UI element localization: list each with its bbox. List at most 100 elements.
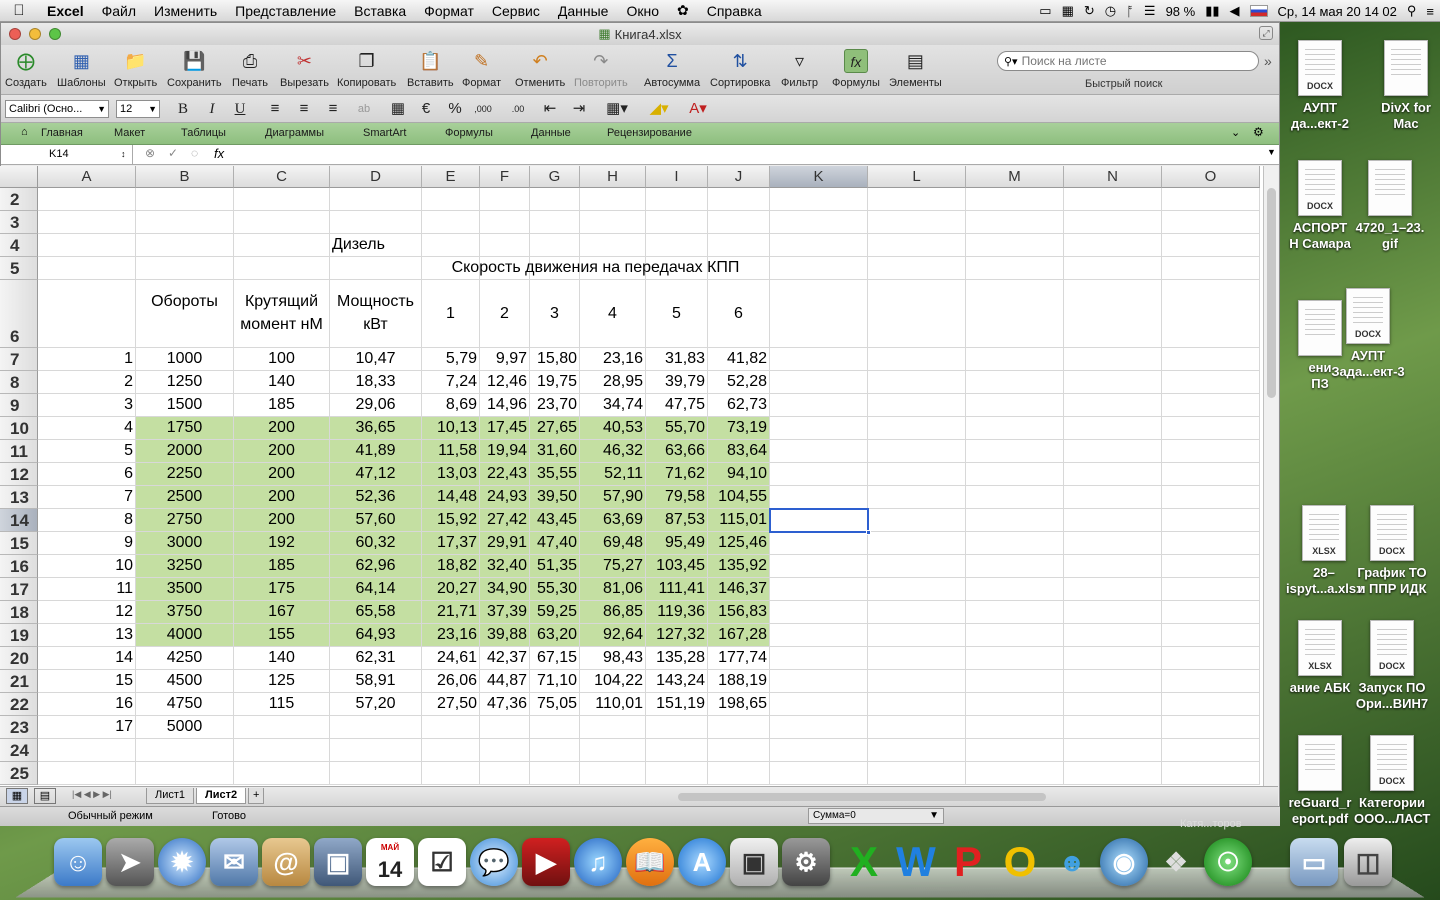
tab-formulas[interactable]: Формулы [445, 127, 493, 139]
cell-c21[interactable]: 125 [234, 670, 330, 693]
cell-c14[interactable]: 200 [234, 509, 330, 532]
cell-g11[interactable]: 31,60 [530, 440, 580, 463]
cell-g17[interactable]: 55,30 [530, 578, 580, 601]
cell-n22[interactable] [1064, 693, 1162, 716]
cell-m23[interactable] [966, 716, 1064, 739]
mail-bird-icon[interactable]: ✉ [210, 838, 258, 886]
itunes-note-icon[interactable]: ♫ [574, 838, 622, 886]
cell-b13[interactable]: 2500 [136, 486, 234, 509]
cell-n15[interactable] [1064, 532, 1162, 555]
cell-b9[interactable]: 1500 [136, 394, 234, 417]
excel-x-icon[interactable]: X [840, 838, 888, 886]
currency-euro-icon[interactable]: € [417, 99, 435, 119]
cell-l19[interactable] [868, 624, 966, 647]
align-left-icon[interactable]: ≡ [266, 99, 284, 119]
cell-f4[interactable] [480, 234, 530, 257]
cell-c9[interactable]: 185 [234, 394, 330, 417]
print-button[interactable]: ⎙ Печать [232, 49, 268, 89]
tab-smartart[interactable]: SmartArt [363, 127, 406, 139]
notification-center-icon[interactable]: ≡ [1426, 4, 1434, 19]
add-sheet-button[interactable]: + [248, 788, 265, 804]
cell-o2[interactable] [1162, 188, 1260, 211]
cell-h3[interactable] [580, 211, 646, 234]
cell-k24[interactable] [770, 739, 868, 762]
cell-m22[interactable] [966, 693, 1064, 716]
font-color-icon[interactable]: A▾ [683, 99, 713, 119]
cell-n25[interactable] [1064, 762, 1162, 785]
satellite-icon[interactable]: ❖ [1152, 838, 1200, 886]
russian-flag-icon[interactable] [1249, 5, 1268, 17]
cell-j20[interactable]: 177,74 [708, 647, 770, 670]
cell-g21[interactable]: 71,10 [530, 670, 580, 693]
cell-l14[interactable] [868, 509, 966, 532]
desktop-icon-7[interactable]: DOCX График ТО и ППР ИДК [1354, 505, 1430, 597]
cell-j21[interactable]: 188,19 [708, 670, 770, 693]
cell-d10[interactable]: 36,65 [330, 417, 422, 440]
cell-g2[interactable] [530, 188, 580, 211]
sheet-nav-arrows[interactable]: |◀ ◀ ▶ ▶| [72, 789, 112, 800]
cell-h14[interactable]: 63,69 [580, 509, 646, 532]
cell-h17[interactable]: 81,06 [580, 578, 646, 601]
network-globe-icon[interactable]: ◉ [1100, 838, 1148, 886]
cell-g9[interactable]: 23,70 [530, 394, 580, 417]
confirm-entry-icon[interactable]: ✓ [168, 146, 178, 160]
cell-d5[interactable] [330, 257, 422, 280]
cell-f16[interactable]: 32,40 [480, 555, 530, 578]
column-header-h[interactable]: H [580, 166, 646, 188]
cell-g14[interactable]: 43,45 [530, 509, 580, 532]
cell-k7[interactable] [770, 348, 868, 371]
cell-i23[interactable] [646, 716, 708, 739]
cell-f14[interactable]: 27,42 [480, 509, 530, 532]
sum-dropdown[interactable]: Сумма=0 ▼ [808, 808, 944, 824]
cell-c11[interactable]: 200 [234, 440, 330, 463]
contacts-icon[interactable]: @ [262, 838, 310, 886]
cell-l18[interactable] [868, 601, 966, 624]
desktop-icon-8[interactable]: XLSX ание АБК [1282, 620, 1358, 696]
templates-button[interactable]: ▦ Шаблоны [57, 49, 106, 89]
cell-n23[interactable] [1064, 716, 1162, 739]
cell-h19[interactable]: 92,64 [580, 624, 646, 647]
cell-l20[interactable] [868, 647, 966, 670]
cell-a6[interactable] [38, 280, 136, 348]
cell-m8[interactable] [966, 371, 1064, 394]
grid-icon[interactable]: ▦ [1062, 3, 1074, 19]
cell-n21[interactable] [1064, 670, 1162, 693]
cell-b8[interactable]: 1250 [136, 371, 234, 394]
cell-n7[interactable] [1064, 348, 1162, 371]
cell-n24[interactable] [1064, 739, 1162, 762]
cell-o16[interactable] [1162, 555, 1260, 578]
cell-b18[interactable]: 3750 [136, 601, 234, 624]
cell-f15[interactable]: 29,91 [480, 532, 530, 555]
cell-b16[interactable]: 3250 [136, 555, 234, 578]
photo-booth-icon[interactable]: ▣ [314, 838, 362, 886]
cell-g23[interactable] [530, 716, 580, 739]
cell-g3[interactable] [530, 211, 580, 234]
save-button[interactable]: 💾 Сохранить [167, 49, 222, 89]
cell-g16[interactable]: 51,35 [530, 555, 580, 578]
cell-f24[interactable] [480, 739, 530, 762]
italic-button[interactable]: I [204, 99, 220, 119]
trash-icon[interactable]: ◫ [1344, 838, 1392, 886]
cell-j13[interactable]: 104,55 [708, 486, 770, 509]
cell-l17[interactable] [868, 578, 966, 601]
cell-g12[interactable]: 35,55 [530, 463, 580, 486]
filter-button[interactable]: ▿ Фильтр [781, 49, 818, 89]
cell-n16[interactable] [1064, 555, 1162, 578]
cell-l6[interactable] [868, 280, 966, 348]
row-header-15[interactable]: 15 [0, 532, 38, 555]
row-header-4[interactable]: 4 [0, 234, 38, 257]
cell-n11[interactable] [1064, 440, 1162, 463]
cell-k17[interactable] [770, 578, 868, 601]
cell-o5[interactable] [1162, 257, 1260, 280]
fx-label[interactable]: fx [214, 146, 224, 161]
menu-file[interactable]: Файл [93, 3, 145, 19]
cell-k9[interactable] [770, 394, 868, 417]
cell-d12[interactable]: 47,12 [330, 463, 422, 486]
row-header-23[interactable]: 23 [0, 716, 38, 739]
cell-n4[interactable] [1064, 234, 1162, 257]
cell-e7[interactable]: 5,79 [422, 348, 480, 371]
vertical-scroll-thumb[interactable] [1267, 188, 1276, 398]
cell-j11[interactable]: 83,64 [708, 440, 770, 463]
cell-e4[interactable] [422, 234, 480, 257]
cell-d7[interactable]: 10,47 [330, 348, 422, 371]
